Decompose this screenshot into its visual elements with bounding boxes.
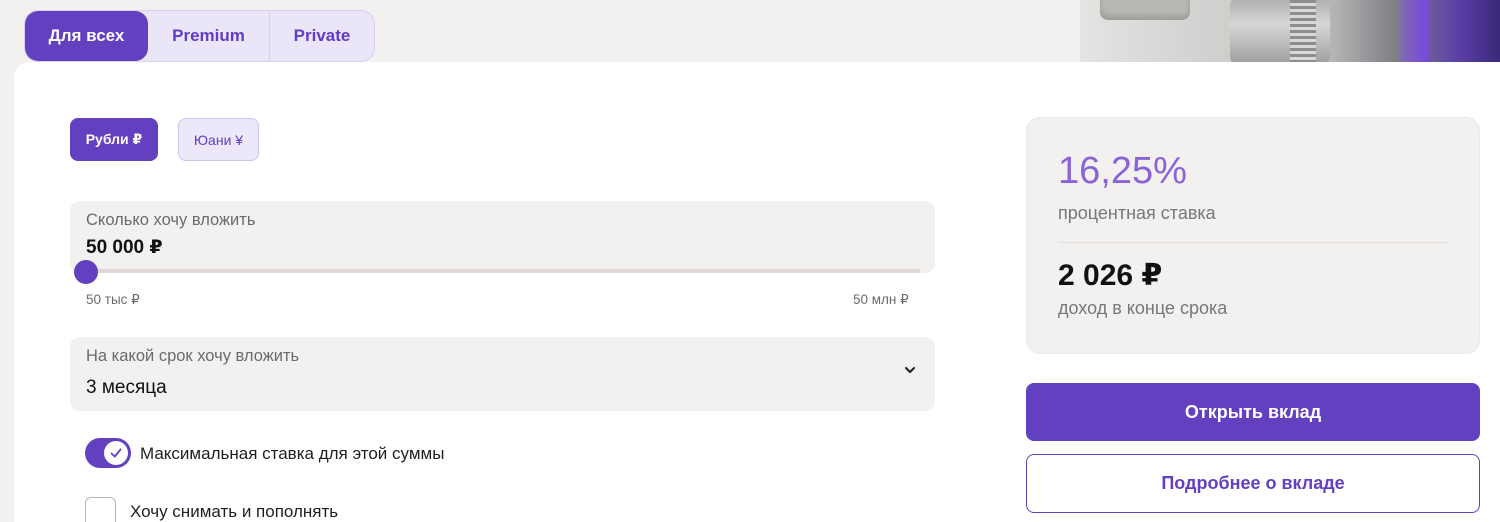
tab-for-everyone[interactable]: Для всех xyxy=(25,11,148,61)
summary-panel: 16,25% процентная ставка 2 026 ₽ доход в… xyxy=(1026,117,1480,354)
withdraw-topup-label: Хочу снимать и пополнять xyxy=(130,502,339,521)
hero-image xyxy=(1080,0,1500,64)
amount-field[interactable]: Сколько хочу вложить 50 000 ₽ xyxy=(70,201,935,284)
divider xyxy=(1058,242,1449,243)
term-select[interactable]: На какой срок хочу вложить 3 месяца xyxy=(70,337,935,411)
tab-premium[interactable]: Premium xyxy=(148,11,270,61)
amount-min-label: 50 тыс ₽ xyxy=(86,292,140,307)
deposit-details-button[interactable]: Подробнее о вкладе xyxy=(1026,454,1480,513)
chevron-down-icon xyxy=(905,367,915,373)
audience-tabs: Для всех Premium Private xyxy=(24,10,375,62)
withdraw-topup-checkbox[interactable] xyxy=(85,497,116,522)
amount-value[interactable]: 50 000 ₽ xyxy=(86,236,163,259)
currency-rub-button[interactable]: Рубли ₽ xyxy=(70,118,158,161)
term-value: 3 месяца xyxy=(86,377,167,398)
amount-max-label: 50 млн ₽ xyxy=(853,292,909,307)
currency-cny-button[interactable]: Юани ¥ xyxy=(178,118,259,161)
income-value: 2 026 ₽ xyxy=(1058,259,1163,292)
toggle-knob xyxy=(104,441,128,465)
max-rate-toggle[interactable] xyxy=(85,438,131,468)
tab-private[interactable]: Private xyxy=(270,11,374,61)
max-rate-label: Максимальная ставка для этой суммы xyxy=(140,444,445,463)
income-label: доход в конце срока xyxy=(1058,298,1228,318)
term-label: На какой срок хочу вложить xyxy=(86,347,300,365)
check-icon xyxy=(110,448,122,458)
amount-label: Сколько хочу вложить xyxy=(86,211,256,229)
open-deposit-button[interactable]: Открыть вклад xyxy=(1026,383,1480,441)
calculator-card: Рубли ₽ Юани ¥ Сколько хочу вложить 50 0… xyxy=(14,62,1500,522)
amount-slider-track[interactable] xyxy=(86,269,920,273)
deposit-calculator-page: Для всех Premium Private Рубли ₽ Юани ¥ … xyxy=(0,0,1500,522)
amount-slider-thumb[interactable] xyxy=(74,260,98,284)
interest-rate-label: процентная ставка xyxy=(1058,203,1216,223)
interest-rate-value: 16,25% xyxy=(1058,150,1187,192)
